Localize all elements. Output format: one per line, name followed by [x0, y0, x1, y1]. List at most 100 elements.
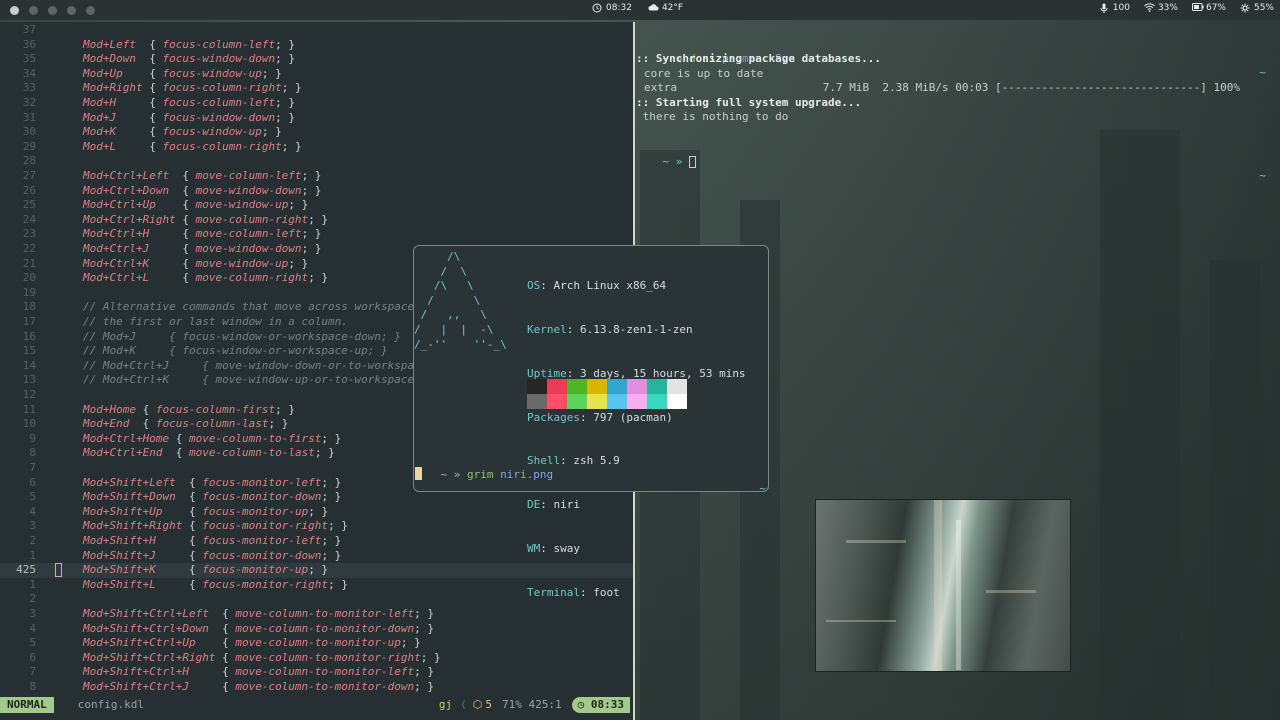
workspace-dot[interactable]: [10, 5, 19, 15]
line-number: 21: [22, 256, 36, 270]
code-line[interactable]: 34 Mod+Up { focus-window-up; }: [0, 67, 634, 82]
code-token: {: [129, 417, 156, 431]
clock-text: 08:32: [606, 3, 632, 13]
code-token: move-column-to-monitor-left: [235, 607, 415, 620]
code-token: move-column-to-first: [188, 431, 322, 445]
line-number: 6: [29, 650, 36, 664]
line-number: 34: [22, 66, 36, 80]
workspace-dot[interactable]: [67, 5, 76, 15]
status-clock: ◷ 08:33: [571, 697, 630, 713]
clock-widget[interactable]: 08:32: [592, 3, 632, 13]
code-token: focus-column-last: [155, 417, 269, 431]
prompt: ~ »: [662, 154, 683, 168]
prompt-right: ~: [759, 482, 766, 496]
code-token: {: [135, 52, 163, 66]
code-token: {: [169, 431, 189, 445]
code-token: Mod+Shift+Right: [83, 519, 183, 533]
code-token: move-column-right: [195, 271, 309, 285]
line-number: 20: [22, 271, 36, 285]
code-line[interactable]: 37: [0, 23, 634, 38]
line-number: 25: [22, 198, 36, 212]
brightness-widget[interactable]: 55%: [1240, 3, 1274, 13]
code-text: Mod+Home { focus-column-first; }: [83, 403, 295, 418]
line-number: 26: [22, 183, 36, 197]
line-number: 32: [22, 96, 36, 109]
mode-indicator: NORMAL: [0, 697, 54, 713]
code-line[interactable]: 7 Mod+Shift+Ctrl+H { move-column-to-monit…: [0, 665, 634, 680]
code-token: {: [142, 81, 163, 95]
code-text: Mod+Ctrl+H { move-column-left; }: [83, 227, 321, 242]
workspace-dot[interactable]: [86, 5, 95, 15]
line-number: 16: [22, 329, 36, 343]
code-token: move-column-right: [195, 212, 309, 226]
terminal-prompt-line[interactable]: ~ » ~: [636, 140, 1272, 183]
code-line[interactable]: 28: [0, 154, 634, 169]
code-line[interactable]: 29 Mod+L { focus-column-right; }: [0, 140, 634, 155]
floating-prompt-line[interactable]: ~ » grim niri.png ~: [414, 453, 768, 511]
info-value: : 3 days, 15 hours, 53 mins: [566, 366, 746, 380]
cloud-icon: [648, 3, 659, 13]
code-token: ; }: [275, 37, 295, 51]
code-text: Mod+Shift+Ctrl+Right { move-column-to-mo…: [83, 651, 441, 666]
code-token: ; }: [400, 636, 421, 650]
code-line[interactable]: 36 Mod+Left { focus-column-left; }: [0, 38, 634, 53]
code-token: Mod+J: [83, 110, 117, 124]
wifi-widget[interactable]: 33%: [1144, 3, 1178, 13]
code-token: focus-monitor-down: [202, 548, 322, 562]
code-token: ; }: [288, 198, 309, 212]
statusline: NORMAL config.kdl gj ❬ ⬡ 5 71% 425:1 ◷ 0…: [0, 697, 630, 713]
code-token: focus-monitor-left: [202, 475, 322, 489]
code-token: ; }: [261, 66, 282, 80]
code-token: ; }: [321, 475, 342, 489]
code-token: ; }: [261, 125, 282, 139]
color-swatch: [667, 379, 687, 394]
line-number: 15: [22, 344, 36, 358]
code-line[interactable]: 6 Mod+Shift+Ctrl+Right { move-column-to-m…: [0, 651, 634, 666]
code-token: Mod+Ctrl+Down: [83, 183, 170, 197]
color-swatch: [587, 394, 607, 409]
code-token: {: [155, 198, 196, 212]
command: grim: [467, 467, 494, 481]
code-line[interactable]: 25 Mod+Ctrl+Up { move-window-up; }: [0, 198, 634, 213]
terminal-cursor: [689, 155, 696, 168]
code-token: ; }: [321, 548, 342, 562]
weather-widget[interactable]: 42°F: [648, 3, 683, 13]
code-token: // the first or last window in a column.: [83, 315, 348, 328]
code-token: ; }: [301, 183, 322, 197]
code-token: Mod+Down: [83, 52, 136, 66]
info-key: Terminal: [527, 585, 580, 599]
code-text: Mod+Up { focus-window-up; }: [83, 67, 282, 82]
code-line[interactable]: 24 Mod+Ctrl+Right { move-column-right; }: [0, 213, 634, 228]
terminal-pane[interactable]: ~ » doas pacman -Syu ~ :: Synchronizing …: [636, 34, 1272, 183]
code-line[interactable]: 30 Mod+K { focus-window-up; }: [0, 125, 634, 140]
code-token: ; }: [301, 242, 322, 255]
code-token: ; }: [328, 577, 348, 591]
code-line[interactable]: 26 Mod+Ctrl+Down { move-window-down; }: [0, 184, 634, 199]
floating-terminal-window[interactable]: /\ / \ /\ \ / \ / ,, \ / | | -\ /_-'' ''…: [413, 245, 769, 599]
workspace-dot[interactable]: [48, 5, 57, 15]
code-line[interactable]: 32 Mod+H { focus-column-left; }: [0, 96, 634, 111]
code-token: Mod+Shift+L: [83, 577, 156, 591]
code-line[interactable]: 27 Mod+Ctrl+Left { move-column-left; }: [0, 169, 634, 184]
line-number: 18: [22, 300, 36, 314]
code-line[interactable]: 8 Mod+Shift+Ctrl+J { move-column-to-monit…: [0, 680, 634, 695]
code-line[interactable]: 31 Mod+J { focus-window-down; }: [0, 111, 634, 126]
code-line[interactable]: 35 Mod+Down { focus-window-down; }: [0, 52, 634, 67]
workspace-dot[interactable]: [29, 5, 38, 15]
code-token: ; }: [414, 665, 435, 679]
line-number: 30: [22, 125, 36, 139]
code-text: // Mod+K { focus-window-or-workspace-up;…: [83, 344, 388, 359]
code-token: ; }: [314, 446, 335, 460]
code-line[interactable]: 23 Mod+Ctrl+H { move-column-left; }: [0, 227, 634, 242]
code-token: {: [155, 534, 203, 547]
code-line[interactable]: 33 Mod+Right { focus-column-right; }: [0, 81, 634, 96]
mic-widget[interactable]: 100: [1099, 3, 1130, 13]
code-token: Mod+Up: [83, 66, 123, 80]
color-swatch: [567, 394, 587, 409]
line-number: 33: [22, 81, 36, 95]
battery-widget[interactable]: 67%: [1191, 3, 1226, 13]
code-text: Mod+Ctrl+End { move-column-to-last; }: [83, 446, 335, 461]
code-text: Mod+End { focus-column-last; }: [83, 417, 288, 432]
code-line[interactable]: 5 Mod+Shift+Ctrl+Up { move-column-to-moni…: [0, 636, 634, 651]
image-viewer-window[interactable]: [815, 499, 1071, 672]
